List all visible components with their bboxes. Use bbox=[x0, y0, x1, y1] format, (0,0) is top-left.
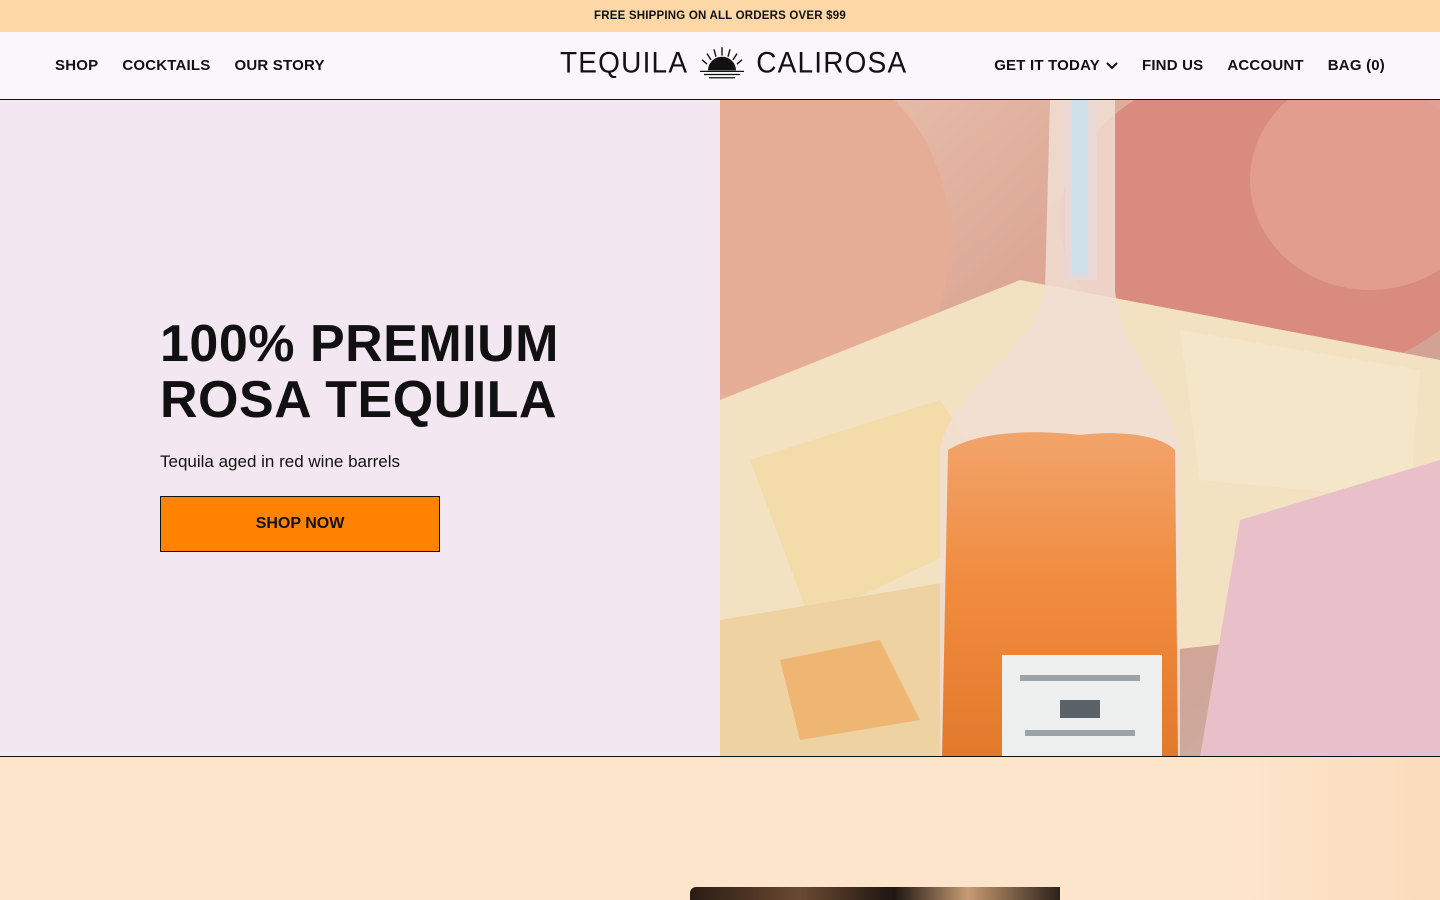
hero-title-line-2: ROSA TEQUILA bbox=[160, 371, 557, 429]
logo-word-left: TEQUILA bbox=[560, 46, 689, 79]
nav-bag[interactable]: BAG (0) bbox=[1328, 57, 1385, 74]
primary-nav: SHOP COCKTAILS OUR STORY bbox=[55, 57, 325, 74]
get-it-today-dropdown[interactable]: GET IT TODAY bbox=[994, 57, 1118, 74]
promo-bar: FREE SHIPPING ON ALL ORDERS OVER $99 bbox=[0, 0, 1440, 32]
hero-text-panel: 100% PREMIUM ROSA TEQUILA Tequila aged i… bbox=[0, 100, 720, 756]
hero-title: 100% PREMIUM ROSA TEQUILA bbox=[160, 316, 640, 428]
nav-find-us[interactable]: FIND US bbox=[1142, 57, 1203, 74]
hero-image bbox=[720, 100, 1440, 756]
next-section bbox=[0, 757, 1440, 900]
nav-account[interactable]: ACCOUNT bbox=[1227, 57, 1303, 74]
nav-shop[interactable]: SHOP bbox=[55, 57, 98, 74]
hero-subtitle: Tequila aged in red wine barrels bbox=[160, 452, 401, 471]
logo-word-right: CALIROSA bbox=[756, 46, 908, 79]
hero-copy: 100% PREMIUM ROSA TEQUILA Tequila aged i… bbox=[160, 316, 640, 552]
chevron-down-icon bbox=[1106, 61, 1118, 69]
utility-nav: GET IT TODAY FIND US ACCOUNT BAG (0) bbox=[994, 57, 1385, 74]
shop-now-button[interactable]: SHOP NOW bbox=[160, 496, 440, 552]
nav-cocktails[interactable]: COCKTAILS bbox=[122, 57, 210, 74]
hero-title-line-1: 100% PREMIUM bbox=[160, 315, 559, 373]
nav-our-story[interactable]: OUR STORY bbox=[235, 57, 325, 74]
shop-now-label: SHOP NOW bbox=[255, 515, 345, 532]
get-it-today-label: GET IT TODAY bbox=[994, 57, 1100, 74]
brand-logo[interactable]: TEQUILA CALIROSA bbox=[560, 45, 907, 81]
site-header: SHOP COCKTAILS OUR STORY TEQUILA CALIROS… bbox=[0, 32, 1440, 100]
hero-section: 100% PREMIUM ROSA TEQUILA Tequila aged i… bbox=[0, 100, 1440, 757]
sunrise-icon bbox=[698, 45, 746, 81]
section-image-peek bbox=[690, 887, 1060, 900]
promo-text: FREE SHIPPING ON ALL ORDERS OVER $99 bbox=[594, 10, 846, 22]
